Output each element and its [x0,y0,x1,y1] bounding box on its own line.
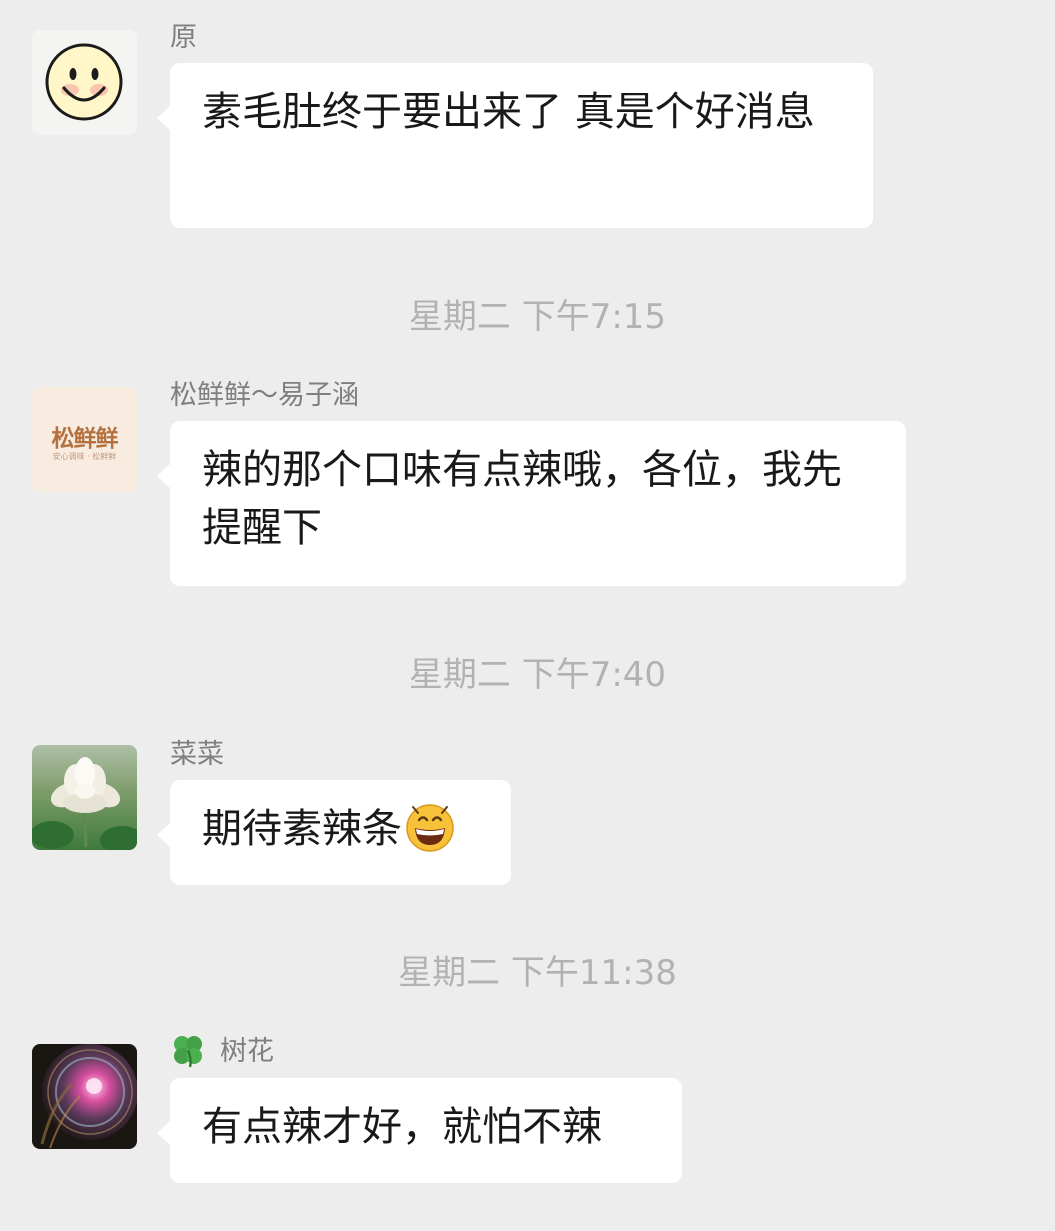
sender-name: 松鲜鲜～易子涵 [170,380,359,411]
message-text: 有点辣才好，就怕不辣 [202,1104,602,1150]
message-text: 辣的那个口味有点辣哦，各位，我先提醒下 [202,447,842,551]
four-leaf-clover-icon [174,1035,202,1067]
sender-name: 原 [170,22,197,53]
message-bubble[interactable]: 素毛肚终于要出来了 真是个好消息 [157,63,873,228]
timestamp: 星期二 下午7:15 [408,297,667,337]
avatar-cosmic[interactable] [32,1044,137,1149]
message-bubble[interactable]: 期待素辣条 [157,780,511,885]
message-bubble[interactable]: 有点辣才好，就怕不辣 [157,1078,682,1183]
smiley-face-icon [32,30,137,135]
avatar-brand-logo[interactable]: 松鲜鲜 安心调味 · 松鲜鲜 [32,387,137,492]
sender-name: 树花 [170,1034,274,1070]
timestamp: 星期二 下午7:40 [408,655,667,695]
cosmic-head-icon [32,1044,137,1149]
message-text: 期待素辣条 [202,800,479,858]
sender-name-text: 树花 [220,1036,274,1067]
message-text-content: 期待素辣条 [202,806,402,852]
sender-name: 菜菜 [170,739,224,770]
avatar-brand-tagline: 安心调味 · 松鲜鲜 [52,452,117,461]
grinning-face-emoji-icon [406,804,454,852]
message-text: 素毛肚终于要出来了 真是个好消息 [202,89,815,135]
avatar-smiley[interactable] [32,30,137,135]
timestamp: 星期二 下午11:38 [398,953,677,993]
avatar-flower[interactable] [32,745,137,850]
message-bubble[interactable]: 辣的那个口味有点辣哦，各位，我先提醒下 [157,421,906,586]
chat-view: 原 素毛肚终于要出来了 真是个好消息 星期二 下午7:15 松鲜鲜 安心调味 ·… [0,0,1055,1231]
avatar-brand-text: 松鲜鲜 [51,426,119,452]
white-flower-icon [32,745,137,850]
